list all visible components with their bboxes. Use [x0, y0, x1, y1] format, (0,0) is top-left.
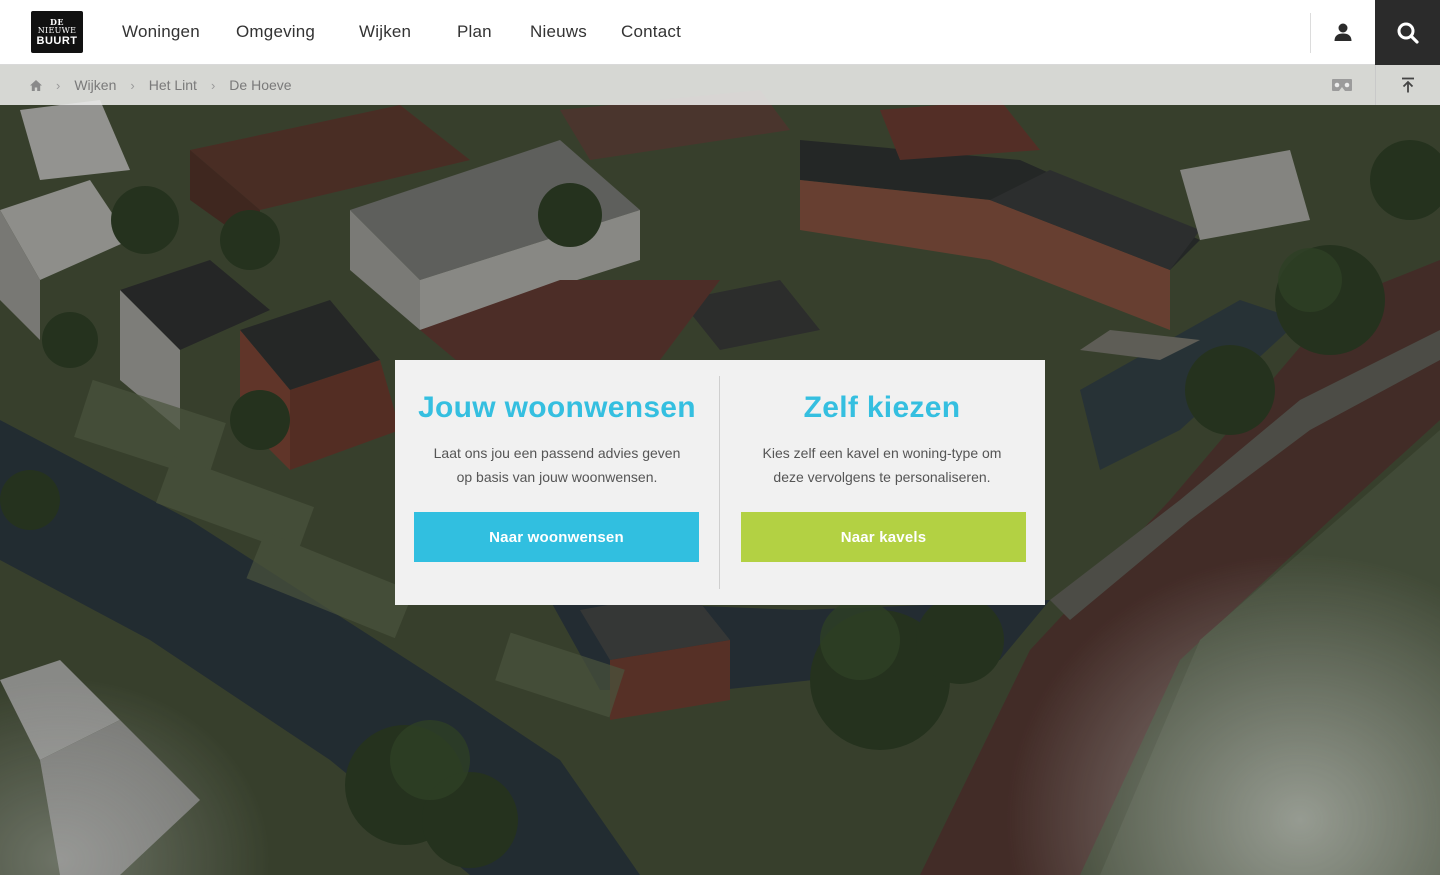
breadcrumb-item-de-hoeve[interactable]: De Hoeve: [229, 77, 291, 93]
vr-view-button[interactable]: [1320, 65, 1364, 105]
scroll-to-top-button[interactable]: [1376, 65, 1440, 105]
choice-panel: Jouw woonwensen Laat ons jou een passend…: [395, 360, 1045, 605]
zelf-kiezen-title: Zelf kiezen: [803, 391, 961, 424]
nav-item-nieuws[interactable]: Nieuws: [530, 22, 587, 42]
search-icon: [1397, 22, 1419, 44]
naar-woonwensen-button[interactable]: Naar woonwensen: [414, 512, 699, 562]
logo-line-1: DE: [49, 16, 65, 27]
breadcrumb-bar: › Wijken › Het Lint › De Hoeve: [0, 65, 1440, 105]
woonwensen-description: Laat ons jou een passend advies geven op…: [433, 445, 681, 485]
logo-line-2: NIEUWE: [37, 25, 77, 35]
naar-kavels-button[interactable]: Naar kavels: [741, 512, 1026, 562]
breadcrumb-separator: ›: [210, 77, 216, 93]
top-navigation-bar: DE NIEUWE BUURT Woningen Omgeving Wijken…: [0, 0, 1440, 65]
nav-item-omgeving[interactable]: Omgeving: [236, 22, 315, 42]
nav-item-contact[interactable]: Contact: [621, 22, 681, 42]
breadcrumb-separator: ›: [130, 77, 135, 93]
woonwensen-column: Jouw woonwensen Laat ons jou een passend…: [395, 360, 719, 605]
zelf-kiezen-description: Kies zelf een kavel en woning-type om de…: [762, 445, 1002, 485]
woonwensen-title: Jouw woonwensen: [418, 391, 696, 424]
nav-item-wijken[interactable]: Wijken: [359, 22, 411, 42]
nav-item-woningen[interactable]: Woningen: [122, 22, 200, 42]
search-button[interactable]: [1375, 0, 1440, 65]
home-icon[interactable]: [30, 79, 42, 91]
site-logo[interactable]: DE NIEUWE BUURT: [31, 11, 83, 53]
account-button[interactable]: [1311, 0, 1375, 64]
user-icon: [1334, 23, 1352, 41]
nav-item-plan[interactable]: Plan: [457, 22, 492, 42]
logo-line-3: BUURT: [36, 34, 78, 47]
breadcrumb: › Wijken › Het Lint › De Hoeve: [30, 65, 292, 105]
zelf-kiezen-column: Zelf kiezen Kies zelf een kavel en wonin…: [720, 360, 1044, 605]
vr-headset-icon: [1332, 79, 1352, 91]
breadcrumb-item-wijken[interactable]: Wijken: [74, 77, 116, 93]
breadcrumb-separator: ›: [56, 77, 61, 93]
arrow-to-top-icon: [1402, 77, 1414, 93]
breadcrumb-item-het-lint[interactable]: Het Lint: [149, 77, 197, 93]
